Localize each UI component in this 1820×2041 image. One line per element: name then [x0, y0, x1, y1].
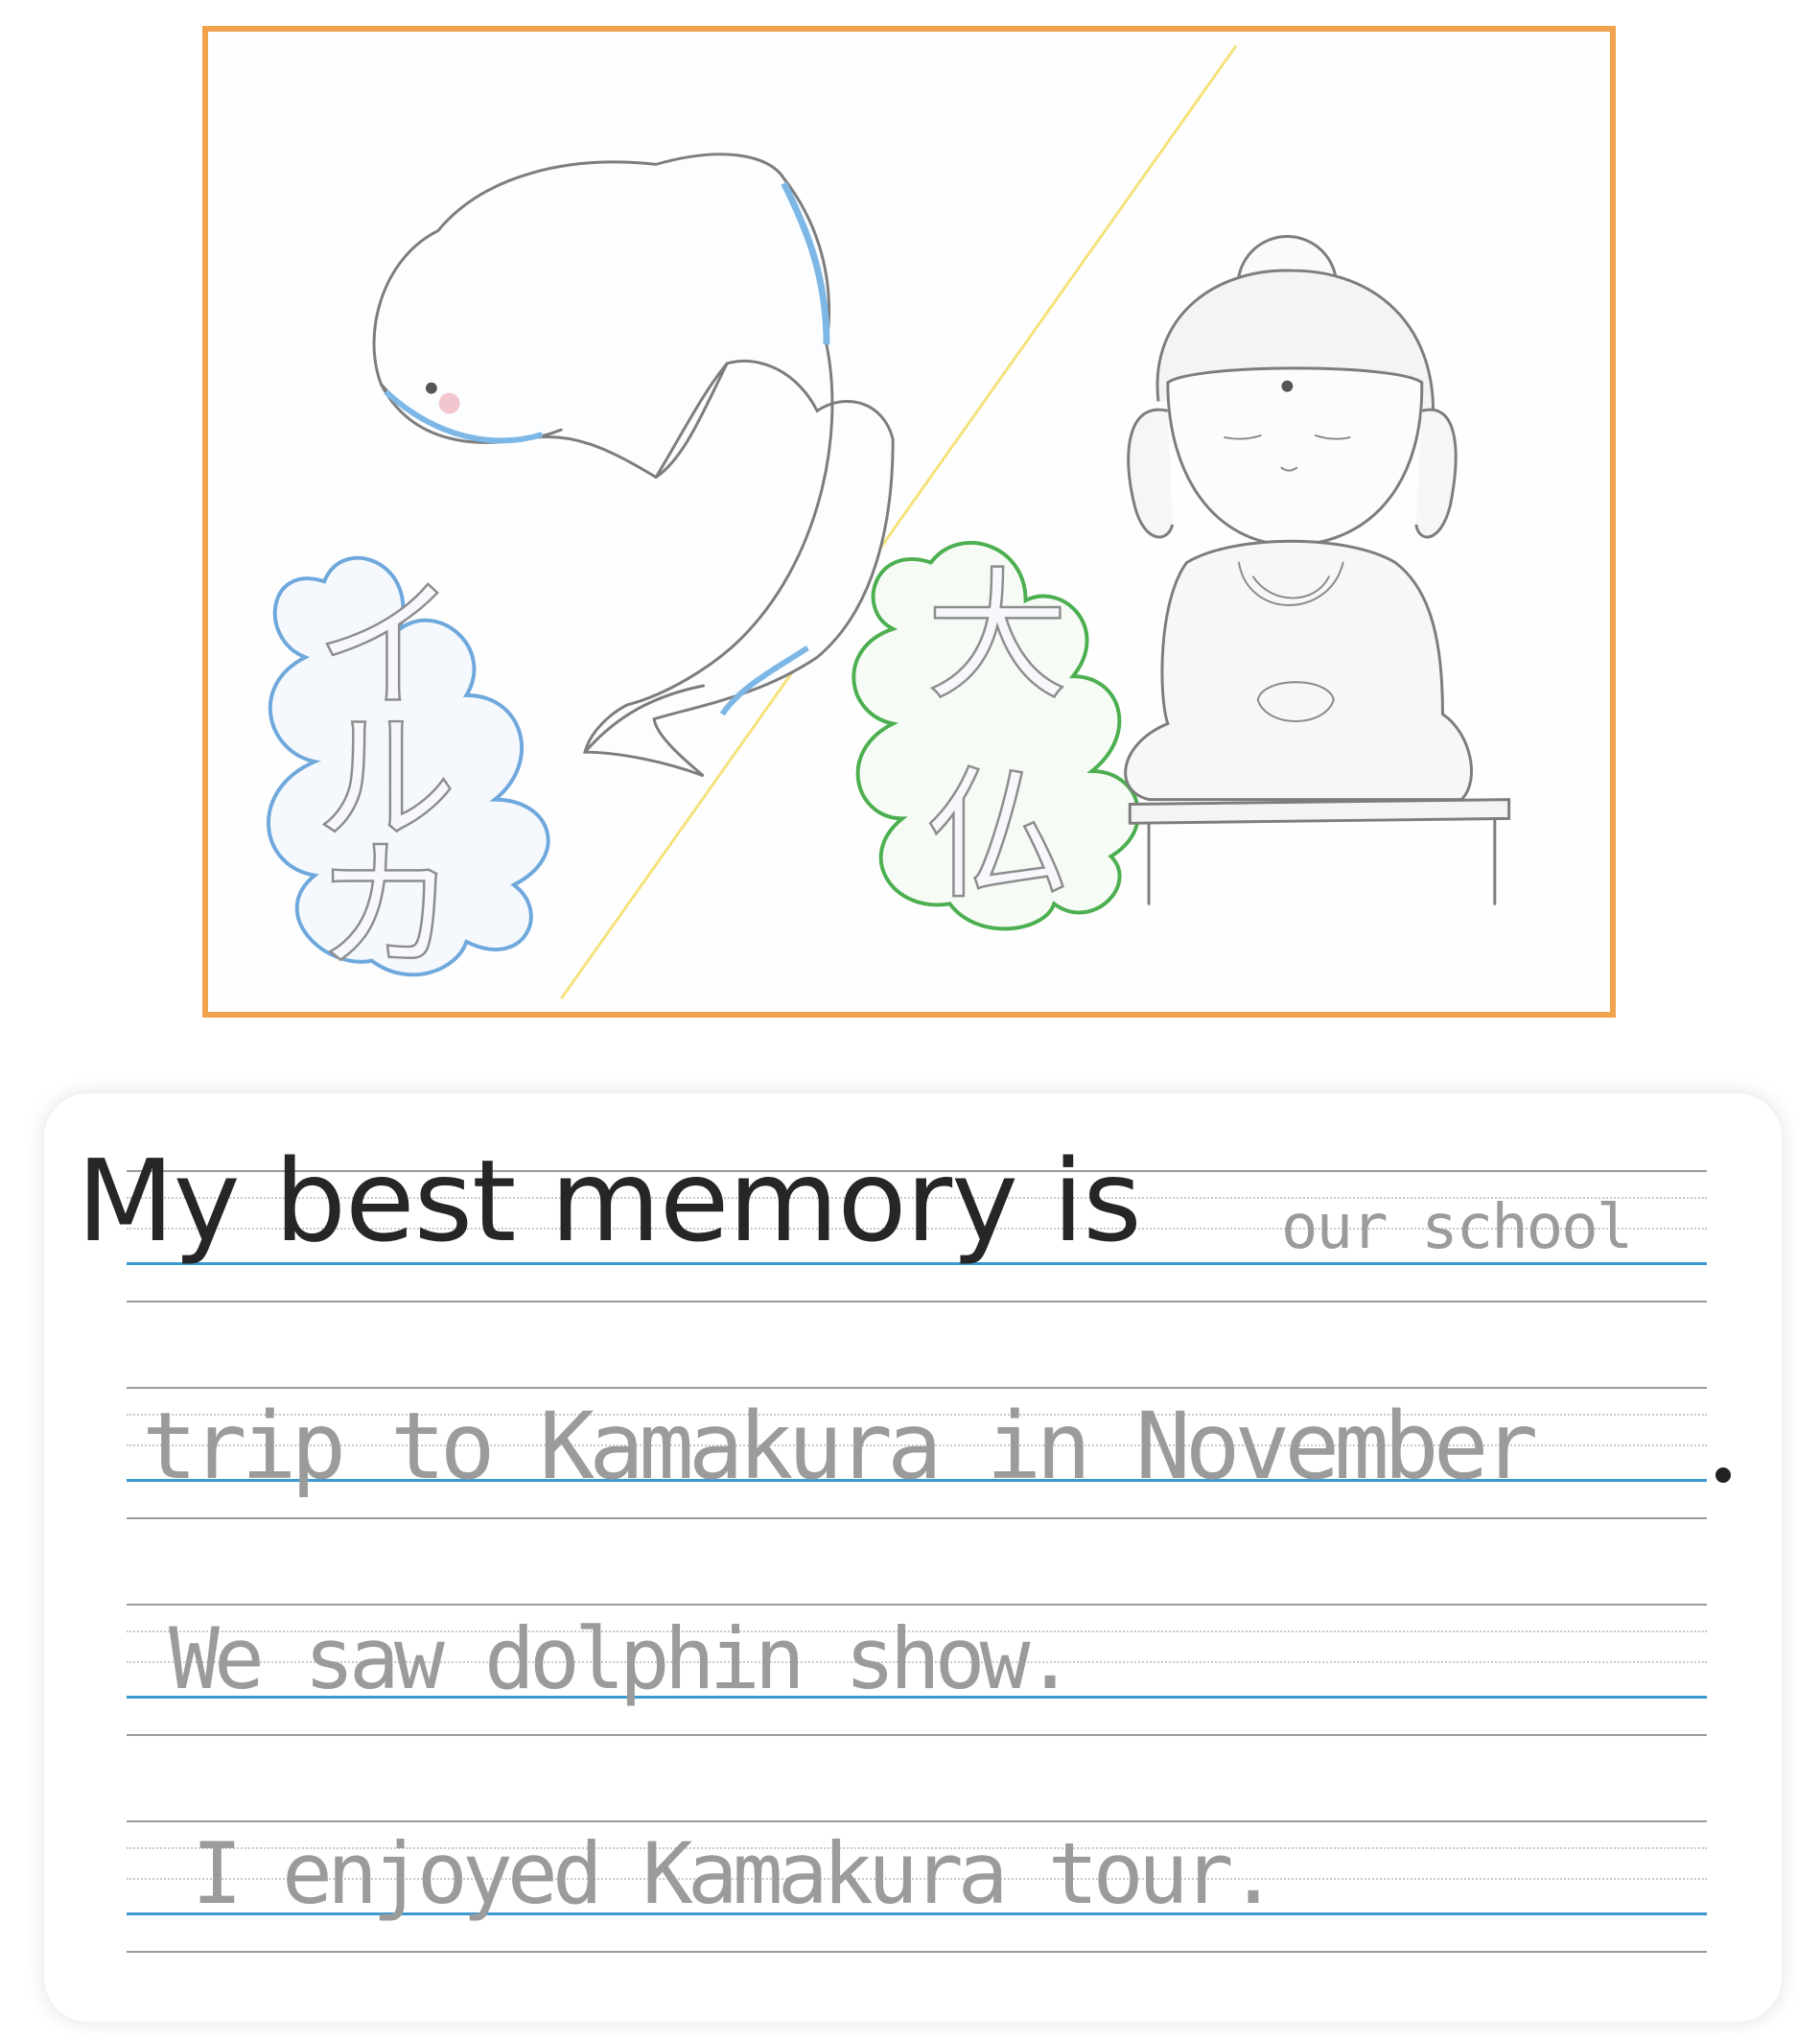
printed-period [1715, 1467, 1731, 1483]
buddha-drawing [1124, 235, 1511, 905]
drawing-canvas: イ ル カ 大 仏 [267, 44, 1511, 1000]
handwritten-line-1: our school [1281, 1192, 1633, 1263]
drawing-frame: イ ル カ 大 仏 [202, 26, 1616, 1018]
handwritten-line-2: trip to Kamakura in November [142, 1393, 1538, 1500]
prompt-text: My best memory is [77, 1135, 1142, 1267]
handwritten-line-4: I enjoyed Kamakura tour. [192, 1824, 1279, 1923]
handwritten-line-3: We saw dolphin show. [169, 1609, 1076, 1708]
